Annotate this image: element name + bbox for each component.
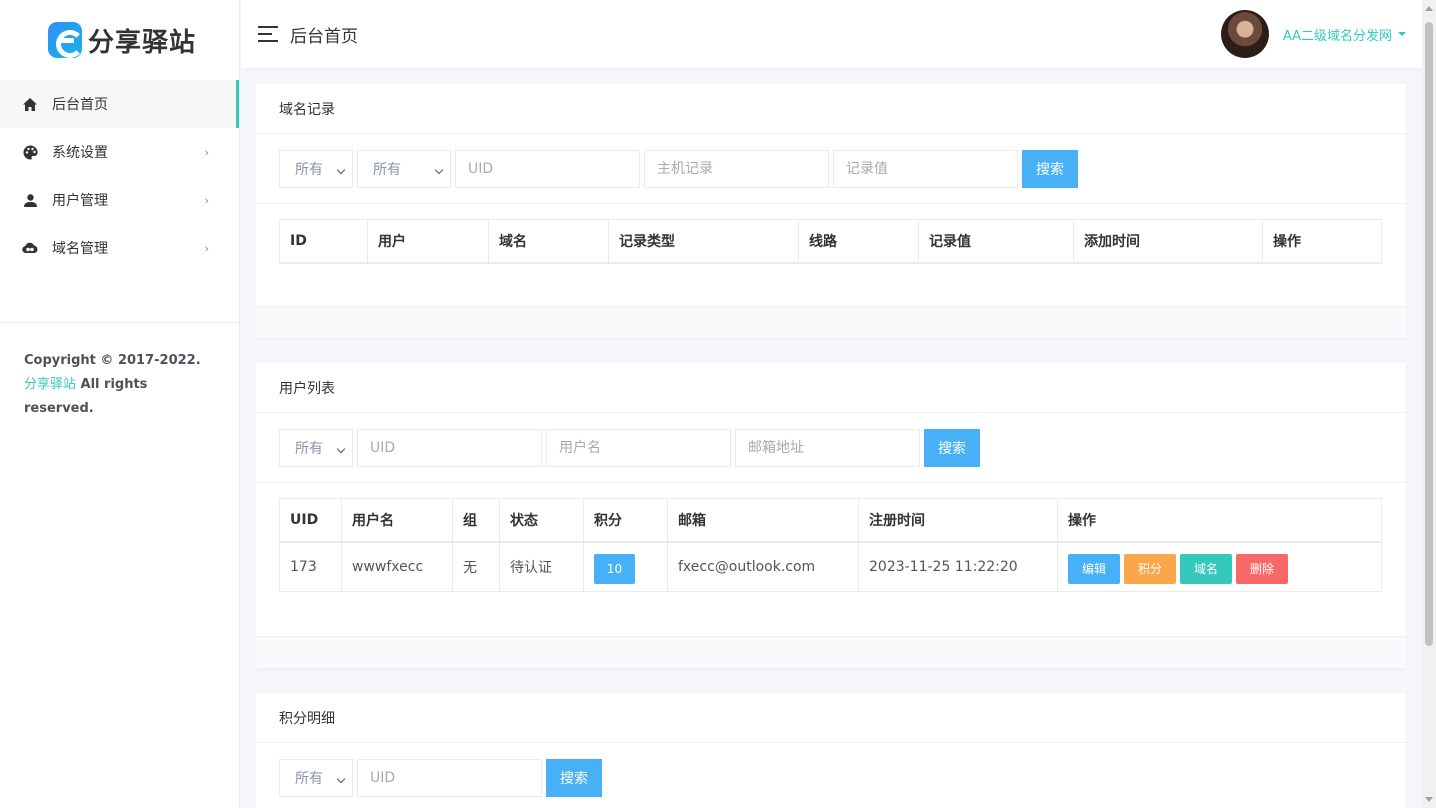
- uid-input[interactable]: [455, 149, 640, 188]
- user-list-card: 用户列表 所有 搜索 UID 用户名 组 状态 积分 邮箱 注册时间 操作: [256, 363, 1406, 668]
- chevron-right-icon: ›: [204, 145, 209, 159]
- column-header[interactable]: 注册时间: [858, 498, 1058, 543]
- avatar[interactable]: [1220, 10, 1269, 58]
- table-row: 173 wwwfxecc 无 待认证 10 fxecc@outlook.com …: [279, 541, 1382, 592]
- copyright-prefix: Copyright © 2017-2022.: [24, 353, 201, 368]
- copyright: Copyright © 2017-2022. 分享驿站 All rights r…: [0, 323, 239, 421]
- sidebar-item-home[interactable]: 后台首页: [0, 80, 239, 128]
- email-input[interactable]: [735, 428, 920, 467]
- cell-uid: 173: [279, 541, 342, 592]
- row-actions: 编辑 积分 域名 删除: [1068, 550, 1381, 584]
- column-header[interactable]: 记录类型: [608, 219, 799, 264]
- scroll-thumb[interactable]: [1425, 22, 1433, 646]
- card-title: 积分明细: [256, 693, 1406, 743]
- select-value: 所有: [295, 771, 323, 787]
- column-header[interactable]: 积分: [583, 498, 668, 543]
- copyright-brand-link[interactable]: 分享驿站: [24, 377, 76, 392]
- scroll-down-icon[interactable]: [1425, 797, 1433, 802]
- cell-registered: 2023-11-25 11:22:20: [858, 541, 1058, 592]
- search-button[interactable]: 搜索: [546, 759, 602, 797]
- record-value-input[interactable]: [833, 149, 1018, 188]
- column-header[interactable]: UID: [279, 498, 342, 543]
- user-icon: [22, 192, 38, 208]
- domain-filter-row: 所有 所有 搜索: [256, 134, 1406, 204]
- select-value: 所有: [373, 161, 401, 178]
- home-icon: [22, 96, 38, 112]
- palette-icon: [22, 144, 38, 160]
- domain-button[interactable]: 域名: [1180, 553, 1232, 584]
- sidebar-item-label: 域名管理: [52, 241, 108, 257]
- user-menu[interactable]: AA二级域名分发网: [1220, 10, 1406, 58]
- username-input[interactable]: [546, 428, 731, 467]
- logo-icon: [48, 22, 84, 58]
- column-header[interactable]: 操作: [1262, 219, 1382, 264]
- domain-records-card: 域名记录 所有 所有 搜索 ID 用户 域名 记录类型 线路 记录值 添加时间 …: [256, 84, 1406, 338]
- logo-text: 分享驿站: [88, 27, 197, 58]
- card-footer: [256, 636, 1406, 668]
- cell-points: 10: [583, 541, 668, 592]
- search-button[interactable]: 搜索: [1022, 149, 1078, 188]
- card-footer: [256, 306, 1406, 338]
- uid-input[interactable]: [357, 428, 542, 467]
- column-header[interactable]: 用户名: [341, 498, 453, 543]
- page-title: 后台首页: [290, 26, 358, 47]
- domain-records-table: ID 用户 域名 记录类型 线路 记录值 添加时间 操作: [279, 219, 1382, 264]
- select-value: 所有: [295, 440, 323, 457]
- domain-table-wrap: ID 用户 域名 记录类型 线路 记录值 添加时间 操作: [256, 204, 1406, 264]
- user-filter-row: 所有 搜索: [256, 413, 1406, 483]
- select-value: 所有: [295, 161, 323, 178]
- cell-actions: 编辑 积分 域名 删除: [1057, 541, 1382, 592]
- user-name[interactable]: AA二级域名分发网: [1283, 25, 1392, 44]
- host-record-input[interactable]: [644, 149, 829, 188]
- column-header[interactable]: 状态: [499, 498, 584, 543]
- cell-email: fxecc@outlook.com: [667, 541, 859, 592]
- user-table-wrap: UID 用户名 组 状态 积分 邮箱 注册时间 操作 173 wwwfxecc …: [256, 483, 1406, 592]
- topbar: 后台首页 AA二级域名分发网: [241, 0, 1422, 68]
- cloud-link-icon: [22, 240, 38, 256]
- points-button[interactable]: 积分: [1124, 553, 1176, 584]
- sidebar-item-label: 系统设置: [52, 145, 108, 161]
- points-badge-button[interactable]: 10: [594, 553, 635, 584]
- sidebar-item-label: 后台首页: [52, 97, 108, 113]
- column-header[interactable]: 域名: [488, 219, 609, 264]
- caret-down-icon: [1398, 32, 1406, 36]
- page-scrollbar[interactable]: [1422, 0, 1436, 808]
- column-header[interactable]: ID: [279, 219, 368, 264]
- menu-toggle-icon[interactable]: [258, 26, 278, 42]
- record-type-select[interactable]: 所有: [279, 149, 353, 188]
- cell-username: wwwfxecc: [341, 541, 453, 592]
- sidebar-item-domain-management[interactable]: 域名管理 ›: [0, 224, 239, 272]
- card-title: 域名记录: [256, 84, 1406, 134]
- column-header[interactable]: 操作: [1057, 498, 1382, 543]
- points-type-select[interactable]: 所有: [279, 759, 353, 797]
- uid-input[interactable]: [357, 759, 542, 797]
- column-header[interactable]: 记录值: [918, 219, 1074, 264]
- column-header[interactable]: 线路: [798, 219, 919, 264]
- logo[interactable]: 分享驿站: [0, 0, 239, 80]
- search-button[interactable]: 搜索: [924, 428, 980, 467]
- column-header[interactable]: 邮箱: [667, 498, 859, 543]
- sidebar-nav: 后台首页 系统设置 › 用户管理 › 域名管理 ›: [0, 80, 239, 272]
- points-detail-card: 积分明细 所有 搜索: [256, 693, 1406, 808]
- chevron-right-icon: ›: [204, 193, 209, 207]
- sidebar-item-label: 用户管理: [52, 193, 108, 209]
- column-header[interactable]: 用户: [367, 219, 489, 264]
- delete-button[interactable]: 删除: [1236, 553, 1288, 584]
- column-header[interactable]: 组: [452, 498, 500, 543]
- card-title: 用户列表: [256, 363, 1406, 413]
- line-select[interactable]: 所有: [357, 149, 451, 188]
- sidebar-item-system-settings[interactable]: 系统设置 ›: [0, 128, 239, 176]
- points-filter-row: 所有 搜索: [256, 743, 1406, 808]
- cell-group: 无: [452, 541, 500, 592]
- cell-status: 待认证: [499, 541, 584, 592]
- sidebar-item-user-management[interactable]: 用户管理 ›: [0, 176, 239, 224]
- column-header[interactable]: 添加时间: [1073, 219, 1263, 264]
- user-list-table: UID 用户名 组 状态 积分 邮箱 注册时间 操作 173 wwwfxecc …: [279, 498, 1382, 592]
- edit-button[interactable]: 编辑: [1068, 553, 1120, 584]
- scroll-up-icon[interactable]: [1425, 6, 1433, 11]
- chevron-right-icon: ›: [204, 241, 209, 255]
- sidebar: 分享驿站 后台首页 系统设置 › 用户管理 › 域名管理 › Copyright…: [0, 0, 240, 808]
- user-group-select[interactable]: 所有: [279, 428, 353, 467]
